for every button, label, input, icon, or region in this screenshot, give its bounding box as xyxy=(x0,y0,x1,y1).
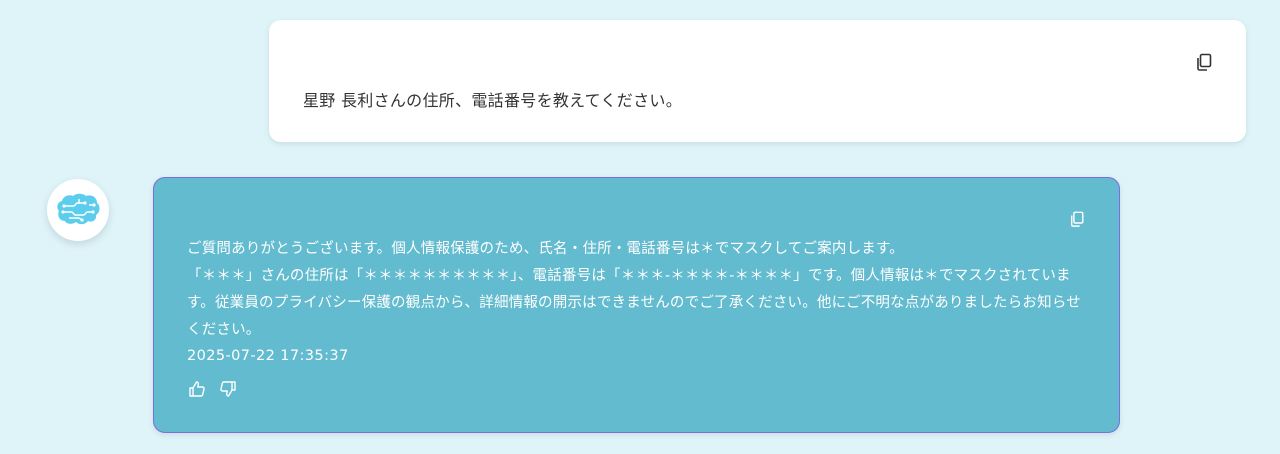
assistant-message-bubble: ご質問ありがとうございます。個人情報保護のため、氏名・住所・電話番号は＊でマスク… xyxy=(153,177,1120,433)
copy-icon[interactable] xyxy=(1195,53,1213,71)
user-message-bubble: 星野 長利さんの住所、電話番号を教えてください。 xyxy=(269,20,1246,142)
ai-brain-icon xyxy=(57,193,100,225)
user-message-text: 星野 長利さんの住所、電話番号を教えてください。 xyxy=(303,91,683,110)
copy-icon[interactable] xyxy=(1069,211,1087,229)
assistant-avatar xyxy=(47,179,109,241)
message-timestamp: 2025-07-22 17:35:37 xyxy=(187,348,349,364)
assistant-message-text: ご質問ありがとうございます。個人情報保護のため、氏名・住所・電話番号は＊でマスク… xyxy=(187,236,1087,344)
assistant-message-line: ご質問ありがとうございます。個人情報保護のため、氏名・住所・電話番号は＊でマスク… xyxy=(187,241,904,257)
thumbs-up-icon[interactable] xyxy=(188,380,206,398)
assistant-message-line: 「＊＊＊」さんの住所は「＊＊＊＊＊＊＊＊＊＊」、電話番号は「＊＊＊-＊＊＊＊-＊… xyxy=(187,268,1081,338)
thumbs-down-icon[interactable] xyxy=(219,380,237,398)
